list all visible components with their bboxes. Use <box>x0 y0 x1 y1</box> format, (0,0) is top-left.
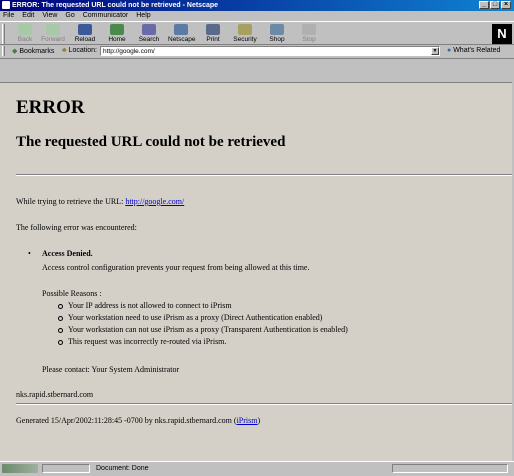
forward-arrow-icon <box>46 24 60 35</box>
shop-icon <box>270 24 284 35</box>
location-icon: ♣ <box>62 47 67 54</box>
component-bar[interactable] <box>392 464 508 473</box>
error-bullet: • <box>28 249 31 258</box>
menu-communicator[interactable]: Communicator <box>83 11 129 21</box>
menu-go[interactable]: Go <box>65 11 74 21</box>
reason-bullet <box>58 316 63 321</box>
maximize-button[interactable]: □ <box>490 1 500 9</box>
progress-field <box>42 464 90 473</box>
navigation-toolbar: Back Forward Reload Home Search Netscape… <box>0 21 514 45</box>
reasons-title: Possible Reasons : <box>42 289 102 298</box>
menu-file[interactable]: File <box>3 11 14 21</box>
related-icon: ● <box>447 47 452 54</box>
security-button[interactable]: Security <box>232 24 258 43</box>
page-heading: ERROR <box>16 97 85 118</box>
back-arrow-icon <box>18 24 32 35</box>
reason-item: Your IP address is not allowed to connec… <box>68 301 232 310</box>
netscape-button[interactable]: Netscape <box>168 24 195 43</box>
contact-line: Please contact: Your System Administrato… <box>42 365 180 374</box>
back-button[interactable]: Back <box>12 24 38 43</box>
page-subheading: The requested URL could not be retrieved <box>16 134 286 150</box>
security-icon <box>238 24 252 35</box>
window-title: ERROR: The requested URL could not be re… <box>12 2 219 9</box>
window-titlebar: ERROR: The requested URL could not be re… <box>0 0 514 11</box>
reason-item: This request was incorrectly re-routed v… <box>68 337 227 346</box>
security-lock-icon[interactable] <box>2 464 38 473</box>
reason-item: Your workstation can not use iPrism as a… <box>68 325 348 334</box>
error-title: Access Denied. <box>42 249 93 258</box>
status-bar: Document: Done <box>0 461 514 476</box>
netscape-icon <box>174 24 188 35</box>
menu-help[interactable]: Help <box>136 11 150 21</box>
netscape-app-icon <box>2 1 10 9</box>
retrieve-url-link[interactable]: http://google.com/ <box>125 197 184 206</box>
generated-line: Generated 15/Apr/2002:11:28:45 -0700 by … <box>16 416 261 425</box>
status-text: Document: Done <box>96 465 149 472</box>
home-button[interactable]: Home <box>104 24 130 43</box>
location-input[interactable]: http://google.com/ <box>100 46 440 56</box>
netscape-logo[interactable]: N <box>492 24 512 44</box>
stop-icon <box>302 24 316 35</box>
error-description: Access control configuration prevents yo… <box>42 263 310 272</box>
iprism-link[interactable]: iPrism <box>237 416 258 425</box>
location-toolbar: ◆ Bookmarks ♣ Location: http://google.co… <box>0 45 514 59</box>
home-icon <box>110 24 124 35</box>
page-content: ERROR The requested URL could not be ret… <box>0 82 512 462</box>
reload-button[interactable]: Reload <box>72 24 98 43</box>
search-button[interactable]: Search <box>136 24 162 43</box>
minimize-button[interactable]: _ <box>479 1 489 9</box>
host-line: nks.rapid.stbernard.com <box>16 390 94 399</box>
retrieve-line: While trying to retrieve the URL: http:/… <box>16 197 185 206</box>
print-button[interactable]: Print <box>200 24 226 43</box>
menu-view[interactable]: View <box>42 11 57 21</box>
shop-button[interactable]: Shop <box>264 24 290 43</box>
menu-edit[interactable]: Edit <box>22 11 34 21</box>
search-icon <box>142 24 156 35</box>
close-button[interactable]: × <box>501 1 511 9</box>
location-grip[interactable] <box>2 46 5 56</box>
stop-button[interactable]: Stop <box>296 24 322 43</box>
bookmarks-button[interactable]: ◆ Bookmarks <box>12 47 54 55</box>
divider-bottom <box>16 403 512 405</box>
bookmark-icon: ◆ <box>12 48 18 55</box>
divider-top <box>16 174 512 176</box>
reason-bullet <box>58 328 63 333</box>
menu-bar: File Edit View Go Communicator Help <box>0 11 514 21</box>
location-label: ♣ Location: <box>62 47 97 54</box>
location-dropdown-button[interactable]: ▼ <box>431 47 439 55</box>
whats-related-button[interactable]: ● What's Related <box>447 47 500 54</box>
reason-item: Your workstation need to use iPrism as a… <box>68 313 323 322</box>
error-intro: The following error was encountered: <box>16 223 137 232</box>
toolbar-grip[interactable] <box>2 24 5 44</box>
reason-bullet <box>58 304 63 309</box>
print-icon <box>206 24 220 35</box>
reason-bullet <box>58 340 63 345</box>
reload-icon <box>78 24 92 35</box>
forward-button[interactable]: Forward <box>40 24 66 43</box>
